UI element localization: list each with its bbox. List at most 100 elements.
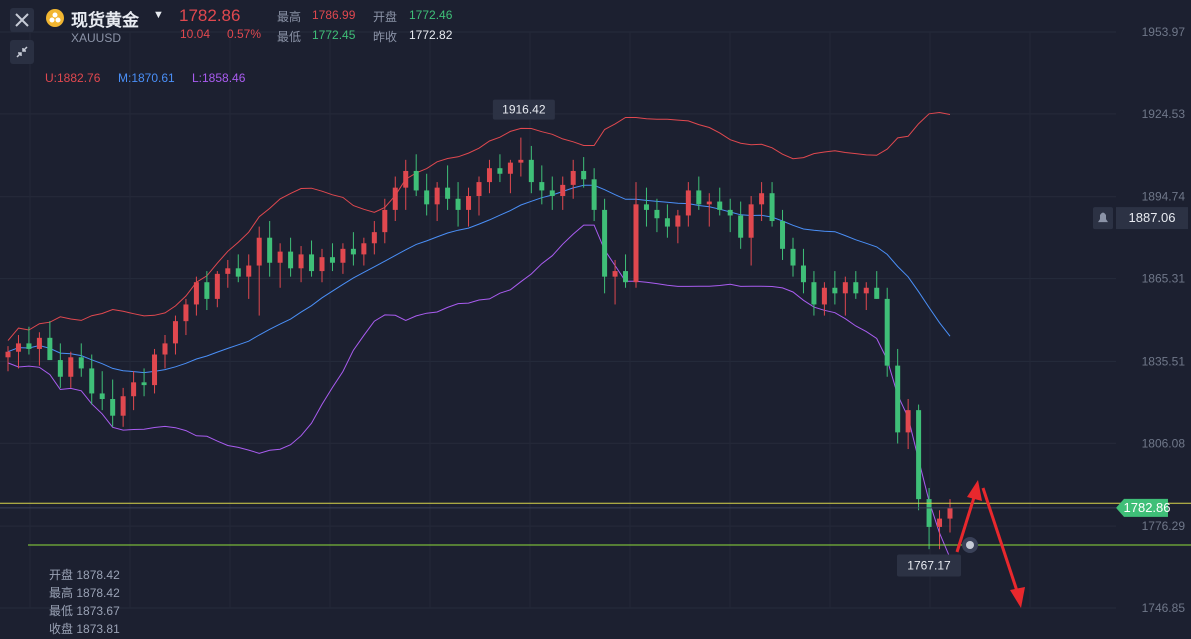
down-arrow-line: [981, 487, 1020, 595]
y-tick-label: 1835.51: [1142, 354, 1186, 368]
candle-body: [204, 282, 210, 299]
candle-body: [664, 218, 670, 227]
candle-body: [214, 273, 220, 299]
candle-body: [162, 343, 168, 355]
candle-body: [193, 282, 199, 305]
candle-body: [445, 187, 451, 199]
candle-body: [120, 396, 126, 416]
candle-body: [246, 265, 252, 277]
candle-body: [89, 368, 95, 394]
candle-body: [780, 221, 786, 249]
candle-body: [277, 251, 283, 263]
candle-body: [183, 304, 189, 322]
price-chart[interactable]: 1916.42 1767.17 1953.97 1924.53 1894.74 1865…: [0, 0, 1191, 639]
candle-body: [288, 251, 294, 269]
candle-body: [68, 357, 74, 377]
candle-body: [152, 354, 158, 386]
y-tick-label: 1776.29: [1142, 519, 1186, 533]
bb-lower-value: L:1858.46: [192, 71, 246, 85]
stat-label-open: 开盘: [373, 10, 398, 24]
instrument-title[interactable]: 现货黄金: [71, 6, 139, 31]
candle-body: [518, 159, 524, 163]
candle-body: [424, 190, 430, 205]
down-arrow-head: [1010, 587, 1025, 608]
candle-body: [685, 190, 691, 216]
ohlc-high: 最高 1878.42: [49, 586, 120, 600]
candle-body: [560, 184, 566, 196]
candle-body: [623, 271, 629, 283]
chart-overlays: 1916.42 1767.17: [0, 99, 1191, 608]
candle-body: [675, 215, 681, 227]
candle-body: [937, 518, 943, 527]
candle-body: [298, 254, 304, 269]
candle-body: [790, 248, 796, 266]
candle-body: [654, 209, 660, 219]
candle-body: [717, 201, 723, 210]
stat-value-open: 1772.46: [409, 8, 453, 22]
candle-body: [821, 287, 827, 305]
candle-body: [769, 193, 775, 222]
candle-body: [800, 265, 806, 283]
stat-label-low: 最低: [277, 30, 302, 44]
candle-body: [329, 257, 335, 263]
candle-body: [539, 182, 545, 191]
candlestick-series: [5, 137, 953, 550]
candle-body: [633, 204, 639, 283]
candle-body: [570, 170, 576, 185]
ohlc-open: 开盘 1878.42: [49, 568, 120, 582]
candle-body: [528, 159, 534, 183]
candle-body: [706, 201, 712, 205]
candle-body: [434, 187, 440, 205]
candle-body: [947, 507, 953, 519]
instrument-symbol: XAUUSD: [71, 31, 122, 45]
candle-body: [392, 187, 398, 210]
close-button[interactable]: [10, 8, 34, 32]
drag-handle: [966, 541, 974, 550]
candle-body: [235, 268, 241, 277]
candle-body: [842, 282, 848, 294]
candle-body: [884, 298, 890, 366]
candle-body: [727, 209, 733, 216]
y-tick-label: 1894.74: [1142, 190, 1186, 204]
ohlc-close: 收盘 1873.81: [49, 622, 120, 636]
candle-body: [581, 170, 587, 180]
candle-body: [309, 254, 315, 272]
close-icon: [15, 13, 29, 27]
stat-label-high: 最高: [277, 10, 302, 24]
candle-body: [5, 351, 11, 358]
candle-body: [141, 382, 147, 386]
candle-body: [319, 257, 325, 272]
candle-body: [507, 162, 513, 174]
ohlc-low: 最低 1873.67: [49, 604, 120, 618]
candle-body: [895, 365, 901, 433]
candle-body: [466, 195, 472, 210]
candle-body: [863, 287, 869, 294]
candle-body: [57, 360, 63, 377]
y-tick-label: 1924.53: [1142, 107, 1186, 121]
candle-body: [738, 215, 744, 238]
candle-body: [26, 343, 32, 349]
candle-body: [99, 393, 105, 400]
candle-body: [413, 170, 419, 191]
candle-body: [476, 182, 482, 196]
candle-body: [905, 410, 911, 433]
candle-body: [267, 237, 273, 263]
candle-body: [591, 179, 597, 210]
chevron-down-icon[interactable]: ▼: [153, 9, 164, 21]
candle-body: [15, 343, 21, 352]
candle-body: [602, 209, 608, 277]
candle-body: [361, 243, 367, 255]
candle-body: [874, 287, 880, 299]
candle-body: [78, 357, 84, 369]
y-tick-label: 1806.08: [1142, 436, 1186, 450]
shrink-button[interactable]: [10, 40, 34, 64]
y-tick-label: 1746.85: [1142, 601, 1186, 615]
candle-body: [172, 321, 178, 344]
alert-price-label: 1887.06: [1129, 210, 1176, 225]
candle-body: [549, 190, 555, 196]
chart-grid: [0, 31, 1116, 609]
current-price: 1782.86: [179, 6, 241, 25]
y-tick-label: 1953.97: [1142, 25, 1186, 39]
candle-body: [36, 337, 42, 349]
candle-body: [696, 190, 702, 205]
